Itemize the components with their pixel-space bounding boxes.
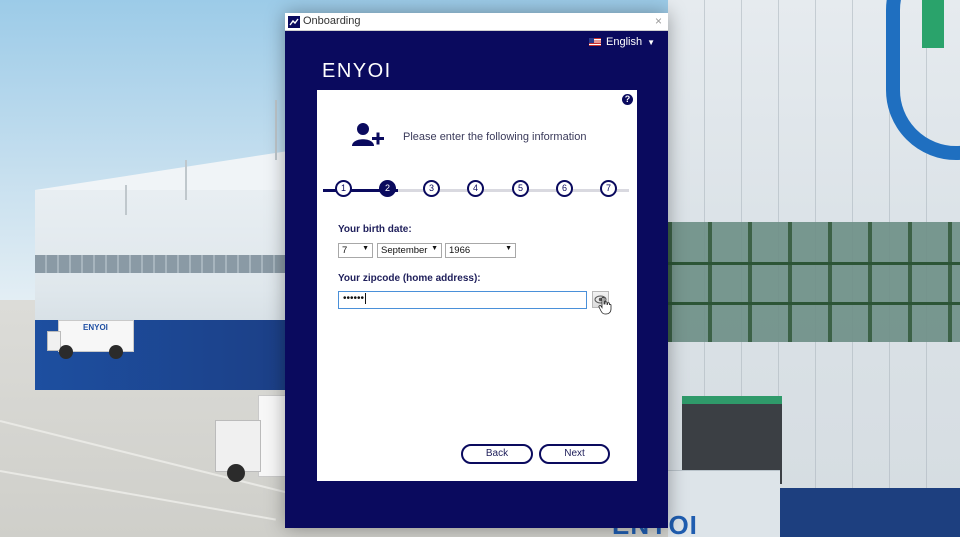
us-flag-icon xyxy=(589,38,601,46)
text-caret xyxy=(365,293,367,304)
next-button[interactable]: Next xyxy=(539,444,610,464)
help-icon[interactable]: ? xyxy=(622,94,633,105)
back-button[interactable]: Back xyxy=(461,444,533,464)
birth-date-label: Your birth date: xyxy=(338,224,412,235)
glass-mullion xyxy=(668,302,960,305)
chevron-down-icon: ▼ xyxy=(431,245,438,252)
birth-day-select[interactable]: 7 ▼ xyxy=(338,243,373,258)
step-4: 4 xyxy=(467,180,484,197)
step-5: 5 xyxy=(512,180,529,197)
street-lamp xyxy=(125,185,127,215)
app-icon xyxy=(288,16,300,28)
street-lamp xyxy=(275,100,277,160)
glass-mullion xyxy=(668,262,960,265)
birth-year-select[interactable]: 1966 ▼ xyxy=(445,243,516,258)
step-6: 6 xyxy=(556,180,573,197)
form-panel: ? Please enter the following information… xyxy=(317,90,637,481)
progress-stepper: 1 2 3 4 5 6 7 xyxy=(323,180,629,200)
birth-day-value: 7 xyxy=(342,245,348,256)
building-glass-facade xyxy=(668,222,960,342)
step-2: 2 xyxy=(379,180,396,197)
warehouse-left xyxy=(35,150,295,390)
truck-wheel xyxy=(59,345,73,359)
delivery-truck: ENYOI xyxy=(47,320,134,359)
zipcode-label: Your zipcode (home address): xyxy=(338,273,481,284)
onboarding-window: Onboarding × English ▼ ENYOI ? Please en… xyxy=(285,13,668,528)
street-lamp xyxy=(185,160,187,200)
zipcode-masked-value: •••••• xyxy=(343,293,365,305)
close-icon[interactable]: × xyxy=(655,14,662,28)
title-bar[interactable]: Onboarding × xyxy=(285,13,668,31)
truck-wheel xyxy=(227,464,245,482)
building-blue-band xyxy=(778,488,960,537)
zipcode-input[interactable]: •••••• xyxy=(338,291,587,309)
chevron-down-icon: ▼ xyxy=(505,245,512,252)
language-label: English xyxy=(606,36,643,48)
chevron-down-icon: ▼ xyxy=(647,37,655,47)
truck-brand: ENYOI xyxy=(83,323,108,332)
hand-cursor-icon xyxy=(598,297,612,315)
headline: Please enter the following information xyxy=(403,131,587,143)
brand-logo-bar xyxy=(922,0,944,48)
birth-month-select[interactable]: September ▼ xyxy=(377,243,442,258)
step-1: 1 xyxy=(335,180,352,197)
step-3: 3 xyxy=(423,180,440,197)
step-7: 7 xyxy=(600,180,617,197)
warehouse-windows xyxy=(35,255,295,273)
window-title: Onboarding xyxy=(303,15,361,27)
brand-logo: ENYOI xyxy=(322,60,392,82)
chevron-down-icon: ▼ xyxy=(362,245,369,252)
birth-year-value: 1966 xyxy=(449,245,471,256)
birth-month-value: September xyxy=(381,245,428,256)
user-add-icon xyxy=(352,123,384,146)
truck-wheel xyxy=(109,345,123,359)
language-selector[interactable]: English ▼ xyxy=(589,36,655,48)
